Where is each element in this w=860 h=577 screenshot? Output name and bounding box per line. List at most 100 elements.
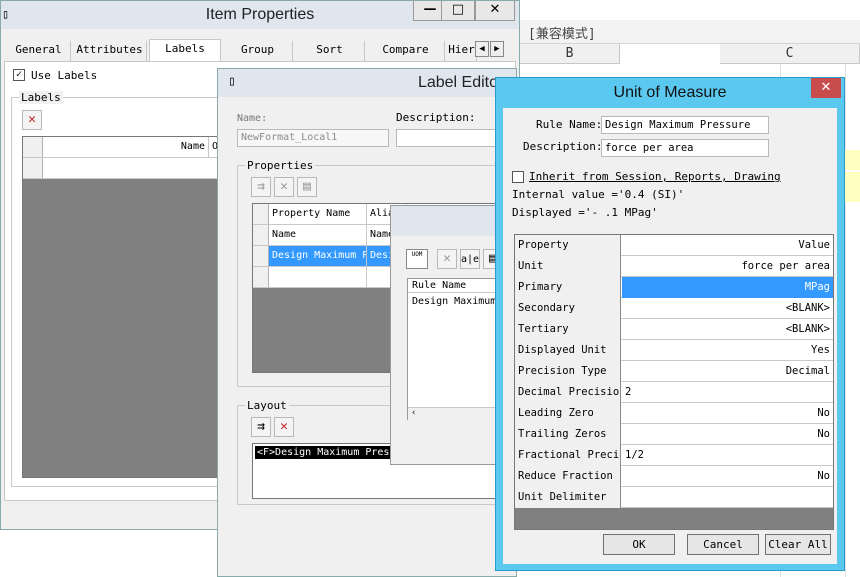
uom-row-primary[interactable]: Primary MPag — [515, 277, 833, 298]
column-header-c[interactable]: C — [720, 44, 860, 64]
column-rule-name-header[interactable]: Rule Name — [408, 279, 502, 293]
tab-scroll-left-icon[interactable]: ◀ — [475, 41, 489, 57]
inherit-label: Inherit from Session, Reports, Drawing — [529, 170, 781, 183]
row-header — [253, 225, 269, 245]
properties-group-label: Properties — [245, 159, 316, 172]
property-key: Reduce Fraction — [515, 466, 621, 487]
uom-row-reduce-fraction[interactable]: Reduce Fraction No — [515, 466, 833, 487]
tab-general[interactable]: General — [7, 41, 71, 61]
property-name-cell[interactable]: Name — [269, 225, 367, 245]
clear-all-button[interactable]: Clear All — [765, 534, 831, 555]
app-icon: ▯ — [2, 7, 10, 21]
property-key: Tertiary — [515, 319, 621, 340]
close-button[interactable]: ✕ — [475, 1, 515, 21]
scroll-left-icon[interactable]: ‹ — [411, 408, 416, 418]
ok-button[interactable]: OK — [603, 534, 675, 555]
uom-row-unit[interactable]: Unit force per area — [515, 256, 833, 277]
tab-labels[interactable]: Labels — [149, 39, 221, 61]
property-value[interactable]: 2 — [622, 382, 833, 403]
property-value[interactable]: <BLANK> — [622, 319, 833, 340]
rule-list[interactable]: Rule Name Design Maximum ‹ — [407, 278, 502, 420]
description-label: Description: — [396, 111, 476, 124]
property-settings-button[interactable]: ▤ — [297, 177, 317, 197]
maximize-button[interactable]: □ — [441, 1, 475, 21]
property-value-selected[interactable]: MPag — [622, 277, 833, 298]
row-header — [23, 158, 43, 178]
uom-row-fractional-precision[interactable]: Fractional Precision 1/2 — [515, 445, 833, 466]
property-value[interactable]: Yes — [622, 340, 833, 361]
highlighted-cell — [845, 172, 860, 202]
tab-sort[interactable]: Sort — [295, 41, 365, 61]
property-value[interactable] — [622, 487, 833, 508]
property-value[interactable]: 1/2 — [622, 445, 833, 466]
property-value[interactable]: No — [622, 403, 833, 424]
row-header — [23, 137, 43, 157]
delete-icon: ✕ — [280, 419, 288, 434]
property-key: Fractional Precision — [515, 445, 621, 466]
add-layout-button[interactable]: ⇉ — [251, 417, 271, 437]
uom-icon: UOM — [411, 251, 423, 258]
add-property-button[interactable]: ⇉ — [251, 177, 271, 197]
uom-row-unit-delimiter[interactable]: Unit Delimiter — [515, 487, 833, 508]
description-field[interactable]: force per area — [601, 139, 769, 157]
uom-row-precision-type[interactable]: Precision Type Decimal — [515, 361, 833, 382]
property-value[interactable]: No — [622, 424, 833, 445]
tab-hierarchy[interactable]: Hier — [447, 41, 477, 61]
property-value[interactable]: Decimal — [622, 361, 833, 382]
property-key: Trailing Zeros — [515, 424, 621, 445]
inherit-checkbox[interactable] — [512, 171, 524, 183]
tab-scroll-right-icon[interactable]: ▶ — [490, 41, 504, 57]
close-button[interactable]: ✕ — [811, 78, 841, 98]
tab-attributes[interactable]: Attributes — [73, 41, 147, 61]
use-labels-checkbox[interactable]: ✓ — [13, 69, 25, 81]
column-property-name-header[interactable]: Property Name — [269, 204, 367, 224]
remove-rule-button[interactable]: ✕ — [437, 249, 457, 269]
property-key: Primary — [515, 277, 621, 298]
row-header — [253, 204, 269, 224]
remove-layout-button[interactable]: ✕ — [274, 417, 294, 437]
property-name-cell[interactable] — [269, 267, 367, 287]
label-editor-icon: ▯ — [228, 74, 236, 89]
tab-compare[interactable]: Compare — [367, 41, 445, 61]
uom-row-decimal-precision[interactable]: Decimal Precision 2 — [515, 382, 833, 403]
column-value-header[interactable]: Value — [622, 235, 833, 256]
row-header — [253, 246, 269, 266]
rule-dialog-window: UOM ✕ a|e ▤ Rule Name Design Maximum ‹ — [390, 205, 503, 465]
row-header — [253, 267, 269, 287]
tab-group[interactable]: Group — [223, 41, 293, 61]
cancel-button[interactable]: Cancel — [687, 534, 759, 555]
uom-row-trailing-zeros[interactable]: Trailing Zeros No — [515, 424, 833, 445]
labels-grid[interactable]: Name O — [22, 136, 232, 478]
property-value[interactable]: force per area — [622, 256, 833, 277]
property-value[interactable]: No — [622, 466, 833, 487]
labels-group-label: Labels — [19, 91, 63, 104]
uom-row-leading-zero[interactable]: Leading Zero No — [515, 403, 833, 424]
name-field[interactable]: NewFormat_Local1 — [237, 129, 389, 147]
name-label: Name: — [237, 113, 268, 124]
uom-button[interactable]: UOM — [406, 249, 428, 269]
rule-dialog-titlebar — [391, 206, 499, 236]
column-header-b[interactable]: B — [520, 44, 620, 64]
horizontal-scrollbar[interactable]: ‹ — [408, 407, 502, 420]
delete-label-button[interactable]: ✕ — [22, 110, 42, 130]
uom-property-grid[interactable]: Property Value Unit force per area Prima… — [514, 234, 834, 530]
property-value[interactable]: <BLANK> — [622, 298, 833, 319]
column-property-header[interactable]: Property — [515, 235, 621, 256]
delete-icon: ✕ — [443, 251, 451, 266]
property-key: Displayed Unit — [515, 340, 621, 361]
delete-icon: ✕ — [280, 179, 288, 194]
edit-rule-button[interactable]: a|e — [460, 249, 480, 269]
rule-name-field[interactable]: Design Maximum Pressure — [601, 116, 769, 134]
labels-grid-row[interactable] — [23, 158, 231, 179]
uom-row-tertiary[interactable]: Tertiary <BLANK> — [515, 319, 833, 340]
remove-property-button[interactable]: ✕ — [274, 177, 294, 197]
property-name-cell[interactable]: Design Maximum Pressure — [269, 246, 367, 266]
column-name-header[interactable]: Name — [43, 137, 209, 157]
property-key: Leading Zero — [515, 403, 621, 424]
uom-row-secondary[interactable]: Secondary <BLANK> — [515, 298, 833, 319]
uom-row-displayed-unit[interactable]: Displayed Unit Yes — [515, 340, 833, 361]
property-key: Decimal Precision — [515, 382, 621, 403]
edit-text-icon: a|e — [461, 254, 480, 265]
highlighted-cell — [845, 150, 860, 170]
rule-list-item[interactable]: Design Maximum — [408, 295, 502, 309]
